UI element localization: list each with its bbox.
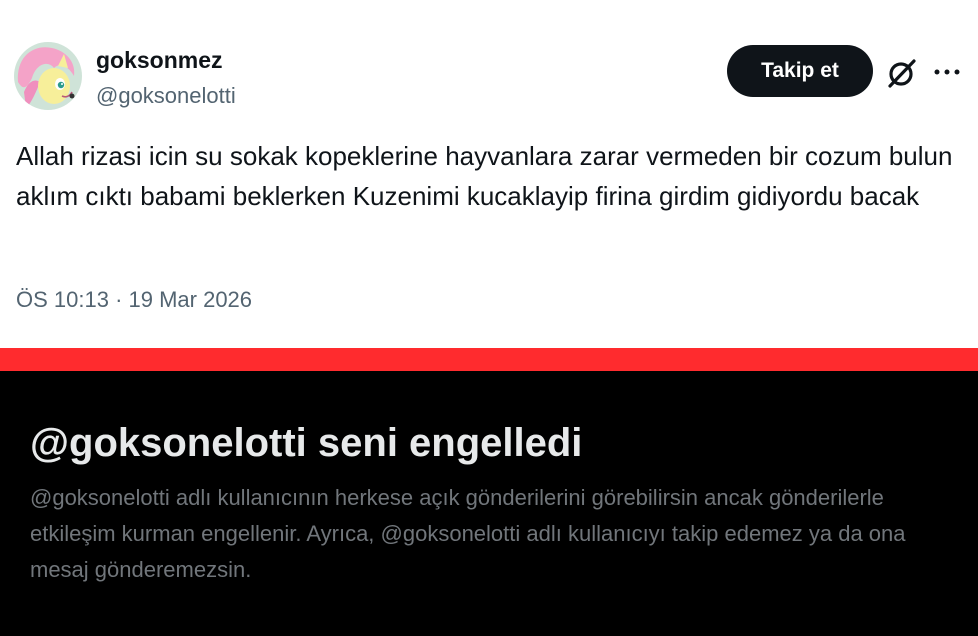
user-handle[interactable]: @goksonelotti xyxy=(96,82,236,110)
avatar[interactable] xyxy=(14,42,82,110)
tweet-card: goksonmez @goksonelotti Takip et Allah r… xyxy=(0,0,978,348)
display-name[interactable]: goksonmez xyxy=(96,46,223,74)
more-options-icon[interactable] xyxy=(932,57,962,87)
blocked-notice-panel: @goksonelotti seni engelledi @goksonelot… xyxy=(0,371,978,636)
avatar-image xyxy=(14,42,82,110)
tweet-text: Allah rizasi icin su sokak kopeklerine h… xyxy=(16,141,953,211)
blocked-description: @goksonelotti adlı kullanıcının herkese … xyxy=(30,485,906,582)
follow-button[interactable]: Takip et xyxy=(727,45,873,97)
tweet-timestamp[interactable]: ÖS 10:13 · 19 Mar 2026 xyxy=(16,285,252,315)
blocked-title: @goksonelotti seni engelledi xyxy=(30,421,583,465)
grok-icon[interactable] xyxy=(886,57,918,89)
red-divider xyxy=(0,348,978,371)
